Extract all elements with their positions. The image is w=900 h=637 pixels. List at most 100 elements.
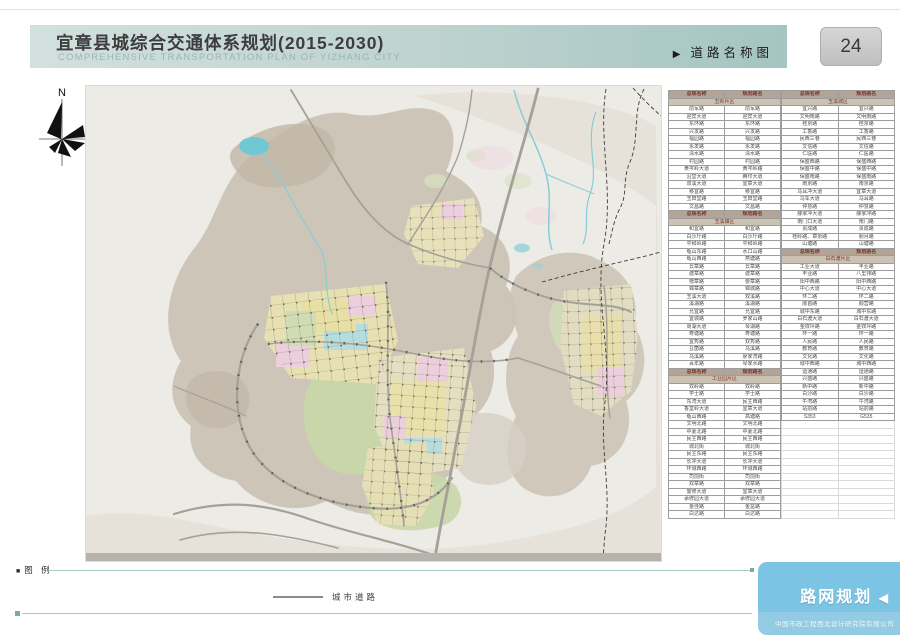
empty-table-row bbox=[782, 421, 895, 429]
new-name-cell: 白沙圩路 bbox=[725, 233, 781, 241]
table-row: 宜秀路双秀路 bbox=[669, 338, 781, 346]
old-name-cell: 乌溪路 bbox=[669, 353, 725, 361]
table-row: 兴发路兴发路 bbox=[669, 128, 781, 136]
empty-table-row bbox=[782, 458, 895, 466]
new-name-cell: 白石渡大道 bbox=[838, 316, 895, 324]
old-name-cell: 允宜路 bbox=[669, 308, 725, 316]
table-section-row: 白石渡片区 bbox=[782, 256, 895, 264]
table-row: 警修大道宜章大道 bbox=[669, 488, 781, 496]
table-row: 东环路东环路 bbox=[669, 121, 781, 129]
table-row: 迎宾大道迎宾大道 bbox=[669, 113, 781, 121]
old-name-cell: 承修园大道 bbox=[669, 496, 725, 504]
new-name-cell: 燕塘路 bbox=[725, 256, 781, 264]
table-row: 宜兴路宜兴路 bbox=[782, 106, 895, 114]
old-name-cell: 城中东路 bbox=[782, 308, 839, 316]
col-header-old: 总规名称 bbox=[782, 91, 839, 99]
new-name-cell: 黄岑岭路 bbox=[725, 166, 781, 174]
table-header-row: 总规名称规划路名 bbox=[669, 368, 781, 376]
new-name-cell: 平和岭路 bbox=[725, 241, 781, 249]
old-name-cell: 顺首路 bbox=[782, 301, 839, 309]
empty-cell bbox=[838, 496, 895, 504]
table-row: 前军路前军路 bbox=[669, 106, 781, 114]
table-row: 百年路琴家水路 bbox=[669, 361, 781, 369]
old-name-cell: 长冲大道 bbox=[669, 458, 725, 466]
old-name-cell: 东湾大道 bbox=[669, 398, 725, 406]
new-name-cell: 乌溪路 bbox=[725, 346, 781, 354]
new-name-cell: 兴发路 bbox=[725, 128, 781, 136]
table-row: 阳中西路阳中西路 bbox=[782, 278, 895, 286]
table-section-row: 工业园片区 bbox=[669, 376, 781, 384]
table-row: 清水路清水路 bbox=[669, 151, 781, 159]
new-name-cell: 白沙路 bbox=[838, 391, 895, 399]
empty-cell bbox=[838, 443, 895, 451]
section-title: 玉溪镇区 bbox=[669, 218, 781, 226]
empty-cell bbox=[838, 466, 895, 474]
plan-document-page: 宜章县城综合交通体系规划(2015-2030) COMPREHENSIVE TR… bbox=[0, 0, 900, 637]
col-header-old: 总规名称 bbox=[782, 248, 839, 256]
table-row: 民主东路民主东路 bbox=[669, 451, 781, 459]
chapter-badge-main: 路网规划 ◀ bbox=[758, 562, 900, 612]
new-name-cell: 朋月路 bbox=[838, 233, 895, 241]
old-name-cell: 移宜路 bbox=[669, 188, 725, 196]
col-header-old: 总规名称 bbox=[669, 211, 725, 219]
old-name-cell: 仁医路 bbox=[782, 151, 839, 159]
table-row: 宜城路罗家山路 bbox=[669, 316, 781, 324]
new-name-cell: 仲慧路 bbox=[838, 203, 895, 211]
table-row: 文昌路文昌路 bbox=[669, 203, 781, 211]
old-name-cell: 保盛中路 bbox=[782, 166, 839, 174]
north-arrow-icon: N bbox=[36, 86, 88, 178]
old-name-cell: 桂京路 bbox=[782, 121, 839, 129]
new-name-cell: 宜章大道 bbox=[725, 488, 781, 496]
city-map bbox=[85, 85, 662, 562]
new-name-cell: 兴盛路 bbox=[838, 376, 895, 384]
new-name-cell: 马耳路 bbox=[838, 196, 895, 204]
old-name-cell: 学士路 bbox=[669, 391, 725, 399]
table-row: 保盛中路保盛中路 bbox=[782, 166, 895, 174]
page-number: 24 bbox=[840, 36, 861, 58]
new-name-cell: 双岭路 bbox=[725, 383, 781, 391]
empty-table-row bbox=[782, 466, 895, 474]
table-row: 香堂岭大道宜章大道 bbox=[669, 406, 781, 414]
table-row: 文明北路文明北路 bbox=[669, 421, 781, 429]
old-name-cell: 牛湾路 bbox=[782, 398, 839, 406]
table-row: 平和岭路平和岭路 bbox=[669, 241, 781, 249]
col-header-new: 规划路名 bbox=[838, 91, 895, 99]
old-name-cell: 平和岭路 bbox=[669, 241, 725, 249]
new-name-cell: 山塘路 bbox=[838, 241, 895, 249]
sheet-name-tab: ▶道路名称图 bbox=[673, 42, 773, 61]
table-row: 仁医路仁医路 bbox=[782, 151, 895, 159]
old-name-cell: 云章路 bbox=[669, 263, 725, 271]
new-name-cell: 玉田堂路 bbox=[725, 196, 781, 204]
old-name-cell: 白石渡大道 bbox=[782, 316, 839, 324]
new-name-cell: 清水路 bbox=[725, 151, 781, 159]
new-name-cell: 贵成路 bbox=[838, 226, 895, 234]
new-name-cell: 罗家山路 bbox=[725, 316, 781, 324]
table-row: 桂京路桂京路 bbox=[782, 121, 895, 129]
new-name-cell: 福园路 bbox=[725, 136, 781, 144]
table-row: 中夏北路中夏北路 bbox=[669, 428, 781, 436]
sheet-name-label: 道路名称图 bbox=[690, 46, 773, 60]
new-name-cell: 宜章大道 bbox=[725, 406, 781, 414]
old-name-cell: 玉田堂路 bbox=[669, 196, 725, 204]
empty-table-row bbox=[782, 481, 895, 489]
old-name-cell: 丰业路 bbox=[782, 271, 839, 279]
old-name-cell: 兴盛路 bbox=[782, 376, 839, 384]
new-name-cell: 东环路 bbox=[725, 121, 781, 129]
table-row: 贵成路贵成路 bbox=[782, 226, 895, 234]
old-name-cell: 玉溪大道 bbox=[669, 293, 725, 301]
rule-end-square bbox=[750, 568, 754, 572]
old-name-cell: 城中西路 bbox=[782, 361, 839, 369]
old-name-cell: 马耳冲大道 bbox=[782, 188, 839, 196]
old-name-cell: 和宜路 bbox=[669, 226, 725, 234]
square-bullet-icon: ■ bbox=[16, 568, 24, 575]
empty-cell bbox=[838, 473, 895, 481]
table-row: 玉溪大道双溪路 bbox=[669, 293, 781, 301]
new-name-cell: 永发路 bbox=[725, 143, 781, 151]
old-name-cell: 文明北路 bbox=[669, 421, 725, 429]
empty-table-row bbox=[782, 496, 895, 504]
old-name-cell: 民主西路 bbox=[669, 436, 725, 444]
new-name-cell: 金钗坪路 bbox=[838, 323, 895, 331]
old-name-cell: 马车大道 bbox=[782, 196, 839, 204]
new-name-cell: 丰业路 bbox=[838, 263, 895, 271]
old-name-cell: 金钗坪路 bbox=[782, 323, 839, 331]
